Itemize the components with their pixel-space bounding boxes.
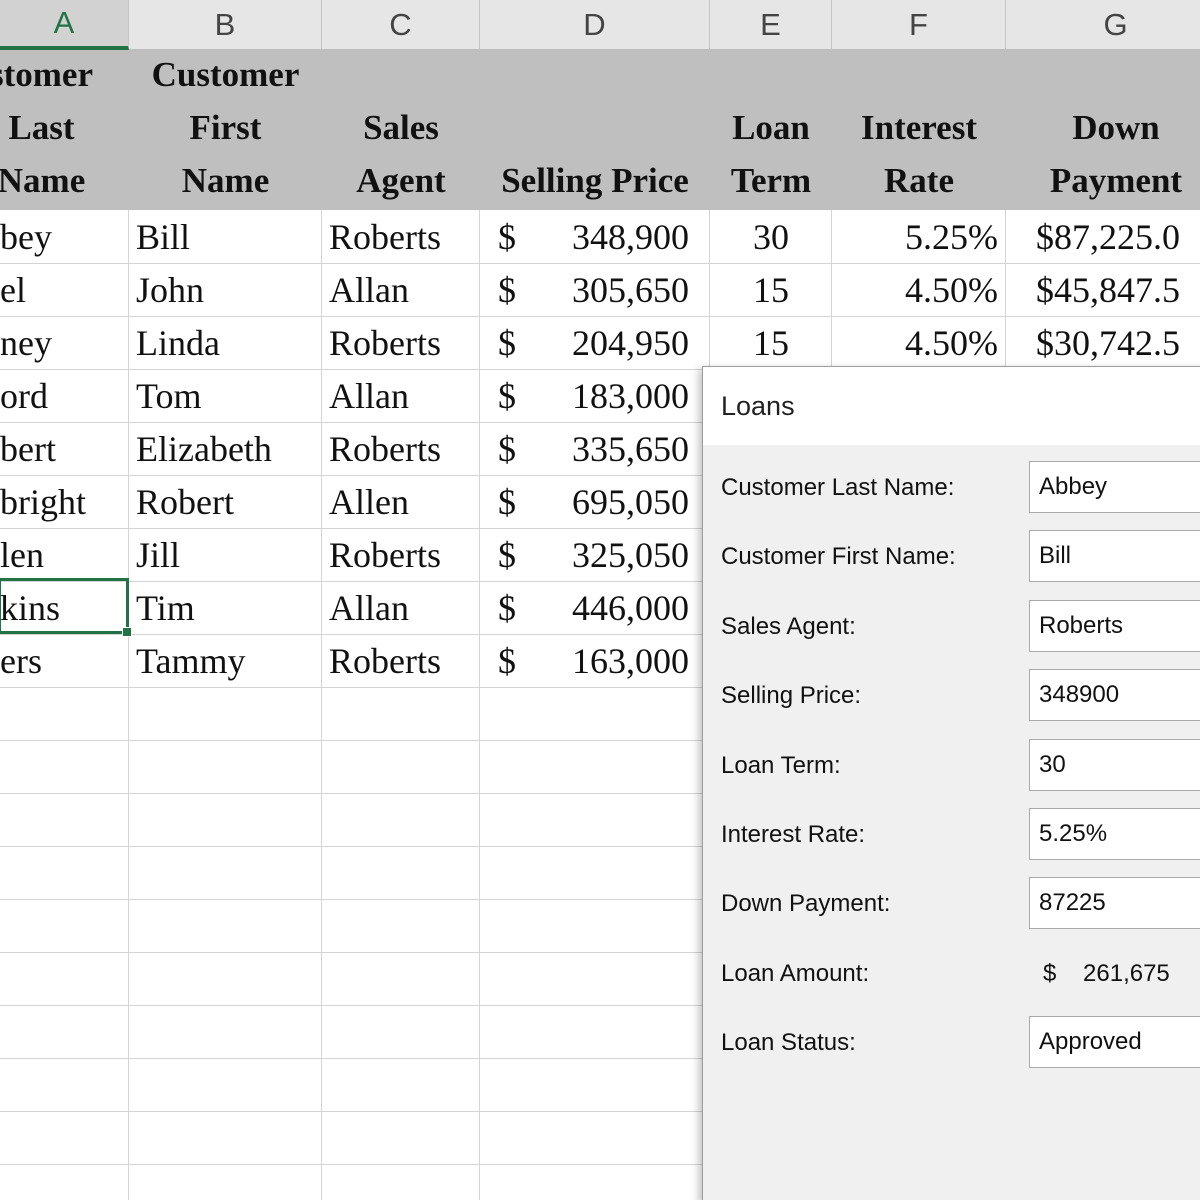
header-cell-loan-term[interactable]: Loan Term (710, 50, 832, 210)
cell-last-name[interactable]: ney (0, 317, 128, 370)
cell-selling-price[interactable]: 183,000 (530, 370, 689, 423)
cell-down-payment[interactable]: $87,225.0 (1036, 211, 1200, 264)
cell-last-name[interactable]: bert (0, 423, 128, 476)
cell-sales-agent[interactable]: Allen (329, 476, 479, 529)
cell-first-name[interactable]: Bill (136, 211, 321, 264)
label-sales-agent: Sales Agent: (721, 613, 856, 640)
cell-first-name[interactable]: Linda (136, 317, 321, 370)
cell-selling-price[interactable]: 348,900 (530, 211, 689, 264)
cell-first-name[interactable]: Tim (136, 582, 321, 635)
customer-first-name-field[interactable] (1029, 530, 1200, 582)
cell-selling-price[interactable]: 325,050 (530, 529, 689, 582)
label-loan-term: Loan Term: (721, 752, 841, 779)
column-header-c[interactable]: C (322, 0, 480, 50)
cell-loan-term[interactable]: 15 (710, 317, 832, 370)
selling-price-field[interactable] (1029, 669, 1200, 721)
interest-rate-field[interactable] (1029, 808, 1200, 860)
label-loan-status: Loan Status: (721, 1029, 856, 1056)
header-cell-sales-agent[interactable]: Sales Agent (322, 50, 480, 210)
cell-sales-agent[interactable]: Roberts (329, 529, 479, 582)
cell-currency-symbol[interactable]: $ (498, 476, 528, 529)
table-row: ney Linda Roberts $ 204,950 15 4.50% $30… (0, 317, 1200, 370)
cell-sales-agent[interactable]: Roberts (329, 317, 479, 370)
cell-down-payment[interactable]: $45,847.5 (1036, 264, 1200, 317)
cell-last-name[interactable]: bey (0, 211, 128, 264)
cell-first-name[interactable]: John (136, 264, 321, 317)
cell-first-name[interactable]: Jill (136, 529, 321, 582)
cell-first-name[interactable]: Tammy (136, 635, 321, 688)
column-header-a[interactable]: A (0, 0, 129, 50)
label-loan-amount: Loan Amount: (721, 960, 870, 987)
header-cell-first-name[interactable]: Customer First Name (129, 50, 322, 210)
cell-currency-symbol[interactable]: $ (498, 211, 528, 264)
label-selling-price: Selling Price: (721, 682, 862, 709)
header-cell-down-payment[interactable]: Down Payment (1006, 50, 1200, 210)
cell-last-name[interactable]: kins (0, 582, 128, 635)
cell-interest-rate[interactable]: 4.50% (832, 264, 998, 317)
loan-status-field[interactable] (1029, 1016, 1200, 1068)
column-header-g[interactable]: G (1006, 0, 1200, 50)
column-header-e[interactable]: E (710, 0, 832, 50)
cell-sales-agent[interactable]: Roberts (329, 423, 479, 476)
cell-loan-term[interactable]: 15 (710, 264, 832, 317)
cell-sales-agent[interactable]: Roberts (329, 635, 479, 688)
header-cell-interest-rate[interactable]: Interest Rate (832, 50, 1006, 210)
cell-currency-symbol[interactable]: $ (498, 264, 528, 317)
cell-loan-term[interactable]: 30 (710, 211, 832, 264)
down-payment-field[interactable] (1029, 877, 1200, 929)
cell-currency-symbol[interactable]: $ (498, 370, 528, 423)
cell-sales-agent[interactable]: Allan (329, 370, 479, 423)
header-cell-selling-price[interactable]: Selling Price (480, 50, 710, 210)
cell-last-name[interactable]: ers (0, 635, 128, 688)
spreadsheet[interactable]: A B C D E F G stomer Last Name Customer … (0, 0, 1200, 1200)
cell-sales-agent[interactable]: Roberts (329, 211, 479, 264)
cell-last-name[interactable]: ord (0, 370, 128, 423)
label-customer-first-name: Customer First Name: (721, 543, 956, 570)
loan-term-field[interactable] (1029, 739, 1200, 791)
label-interest-rate: Interest Rate: (721, 821, 866, 848)
cell-currency-symbol[interactable]: $ (498, 582, 528, 635)
cell-selling-price[interactable]: 695,050 (530, 476, 689, 529)
cell-last-name[interactable]: el (0, 264, 128, 317)
cell-currency-symbol[interactable]: $ (498, 317, 528, 370)
label-down-payment: Down Payment: (721, 890, 891, 917)
dialog-titlebar[interactable]: Loans (703, 367, 1200, 445)
cell-last-name[interactable]: len (0, 529, 128, 582)
cell-first-name[interactable]: Elizabeth (136, 423, 321, 476)
cell-interest-rate[interactable]: 4.50% (832, 317, 998, 370)
cell-first-name[interactable]: Robert (136, 476, 321, 529)
customer-last-name-field[interactable] (1029, 461, 1200, 513)
column-header-f[interactable]: F (832, 0, 1006, 50)
cell-down-payment[interactable]: $30,742.5 (1036, 317, 1200, 370)
dialog-title: Loans (721, 390, 795, 421)
cell-selling-price[interactable]: 335,650 (530, 423, 689, 476)
cell-sales-agent[interactable]: Allan (329, 264, 479, 317)
cell-currency-symbol[interactable]: $ (498, 635, 528, 688)
table-row: bey Bill Roberts $ 348,900 30 5.25% $87,… (0, 211, 1200, 264)
cell-selling-price[interactable]: 163,000 (530, 635, 689, 688)
cell-selling-price[interactable]: 204,950 (530, 317, 689, 370)
table-row: el John Allan $ 305,650 15 4.50% $45,847… (0, 264, 1200, 317)
cell-last-name[interactable]: bright (0, 476, 128, 529)
label-customer-last-name: Customer Last Name: (721, 474, 955, 501)
loan-amount-value: $ 261,675 (1043, 960, 1170, 987)
cell-interest-rate[interactable]: 5.25% (832, 211, 998, 264)
cell-currency-symbol[interactable]: $ (498, 529, 528, 582)
cell-selling-price[interactable]: 305,650 (530, 264, 689, 317)
cell-currency-symbol[interactable]: $ (498, 423, 528, 476)
cell-sales-agent[interactable]: Allan (329, 582, 479, 635)
column-header-d[interactable]: D (480, 0, 710, 50)
cell-first-name[interactable]: Tom (136, 370, 321, 423)
loans-dialog: Loans Customer Last Name: Customer First… (702, 366, 1200, 1200)
header-cell-last-name[interactable]: stomer Last Name (0, 50, 129, 210)
column-header-b[interactable]: B (129, 0, 322, 50)
sales-agent-field[interactable] (1029, 600, 1200, 652)
cell-selling-price[interactable]: 446,000 (530, 582, 689, 635)
